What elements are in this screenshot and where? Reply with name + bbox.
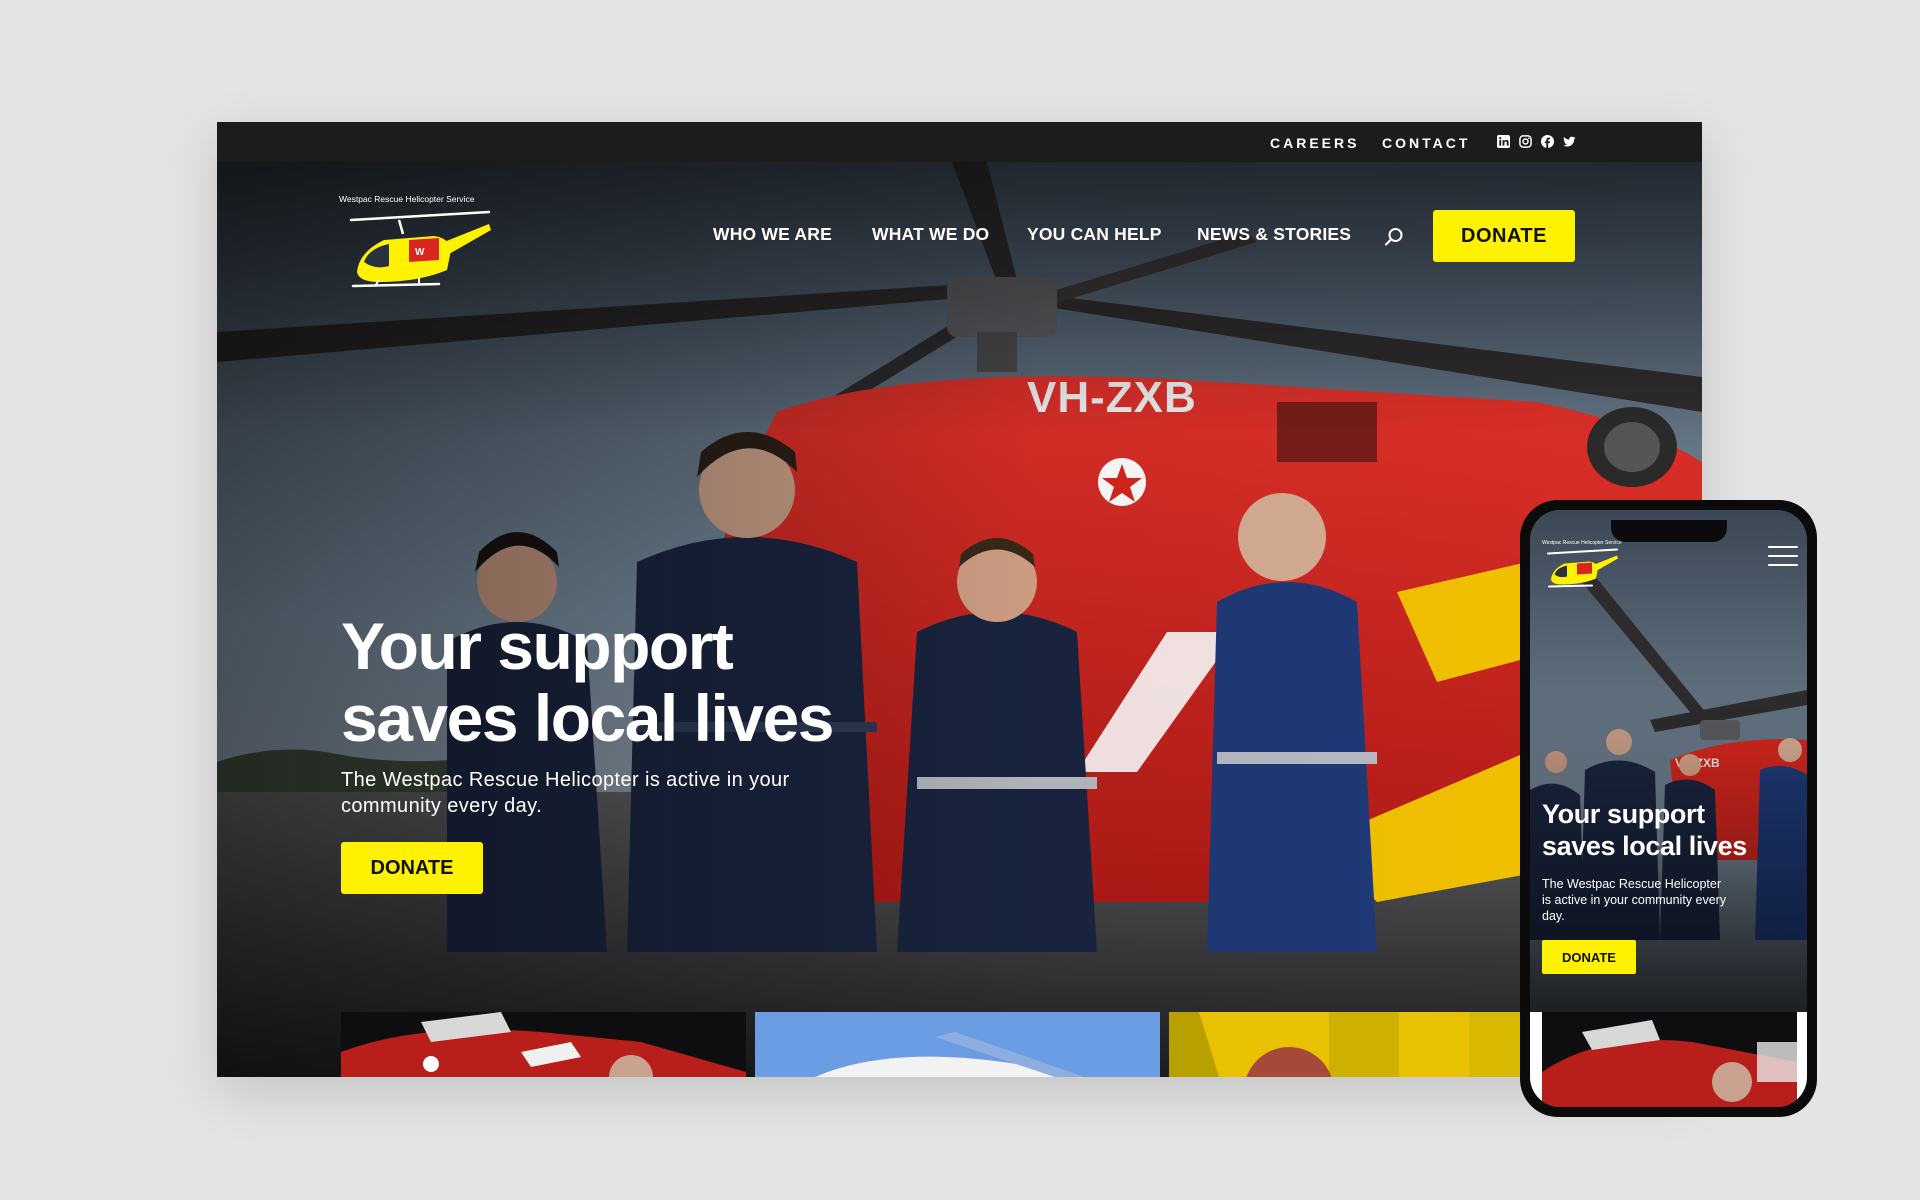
- hero-section: VH-ZXB: [217, 162, 1702, 1077]
- mobile-story-thumbnail-image: [1542, 1012, 1797, 1107]
- desktop-mockup: CAREERS CONTACT Westpac Rescue Helicopte…: [217, 122, 1702, 1077]
- story-thumbnail[interactable]: [341, 1012, 746, 1077]
- mobile-hero-title-line-1: Your support: [1542, 799, 1705, 829]
- mobile-hero-title: Your support saves local lives: [1542, 798, 1797, 862]
- linkedin-icon[interactable]: [1497, 135, 1510, 148]
- story-thumbnail[interactable]: [755, 1012, 1160, 1077]
- twitter-icon[interactable]: [1563, 135, 1576, 148]
- mobile-story-thumbnail[interactable]: [1542, 1012, 1797, 1107]
- contact-link[interactable]: CONTACT: [1382, 135, 1470, 151]
- story-thumbnail-image: [341, 1012, 746, 1077]
- facebook-icon[interactable]: [1541, 135, 1554, 148]
- svg-text:W: W: [415, 247, 425, 258]
- hamburger-menu-icon[interactable]: [1768, 546, 1798, 568]
- mobile-screen: VH-ZXB Westpac Rescue Helicopter Service: [1530, 510, 1807, 1107]
- mobile-hero-subtitle: The Westpac Rescue Helicopter is active …: [1542, 877, 1727, 923]
- mobile-hero-title-line-2: saves local lives: [1542, 831, 1747, 861]
- site-logo[interactable]: Westpac Rescue Helicopter Service W: [339, 192, 499, 292]
- hero-title-line-2: saves local lives: [341, 681, 834, 755]
- header-donate-button[interactable]: DONATE: [1433, 210, 1575, 262]
- hero-title-line-1: Your support: [341, 609, 734, 683]
- mobile-helicopter-logo-icon[interactable]: [1542, 542, 1622, 592]
- nav-you-can-help[interactable]: YOU CAN HELP: [1027, 224, 1162, 245]
- utility-bar: CAREERS CONTACT: [217, 122, 1702, 162]
- nav-who-we-are[interactable]: WHO WE ARE: [713, 224, 832, 245]
- instagram-icon[interactable]: [1519, 135, 1532, 148]
- hero-donate-button[interactable]: DONATE: [341, 842, 483, 894]
- nav-what-we-do[interactable]: WHAT WE DO: [872, 224, 989, 245]
- hero-title: Your support saves local lives: [341, 610, 961, 754]
- hero-subtitle: The Westpac Rescue Helicopter is active …: [341, 769, 790, 817]
- mobile-donate-button[interactable]: DONATE: [1542, 940, 1636, 974]
- careers-link[interactable]: CAREERS: [1270, 135, 1359, 151]
- phone-notch: [1610, 520, 1727, 542]
- helicopter-logo-icon: W: [349, 210, 491, 288]
- story-thumbnail-image: [755, 1012, 1160, 1077]
- mobile-mockup: VH-ZXB Westpac Rescue Helicopter Service: [1520, 500, 1817, 1117]
- search-icon[interactable]: [1383, 226, 1405, 248]
- nav-news-stories[interactable]: NEWS & STORIES: [1197, 224, 1351, 245]
